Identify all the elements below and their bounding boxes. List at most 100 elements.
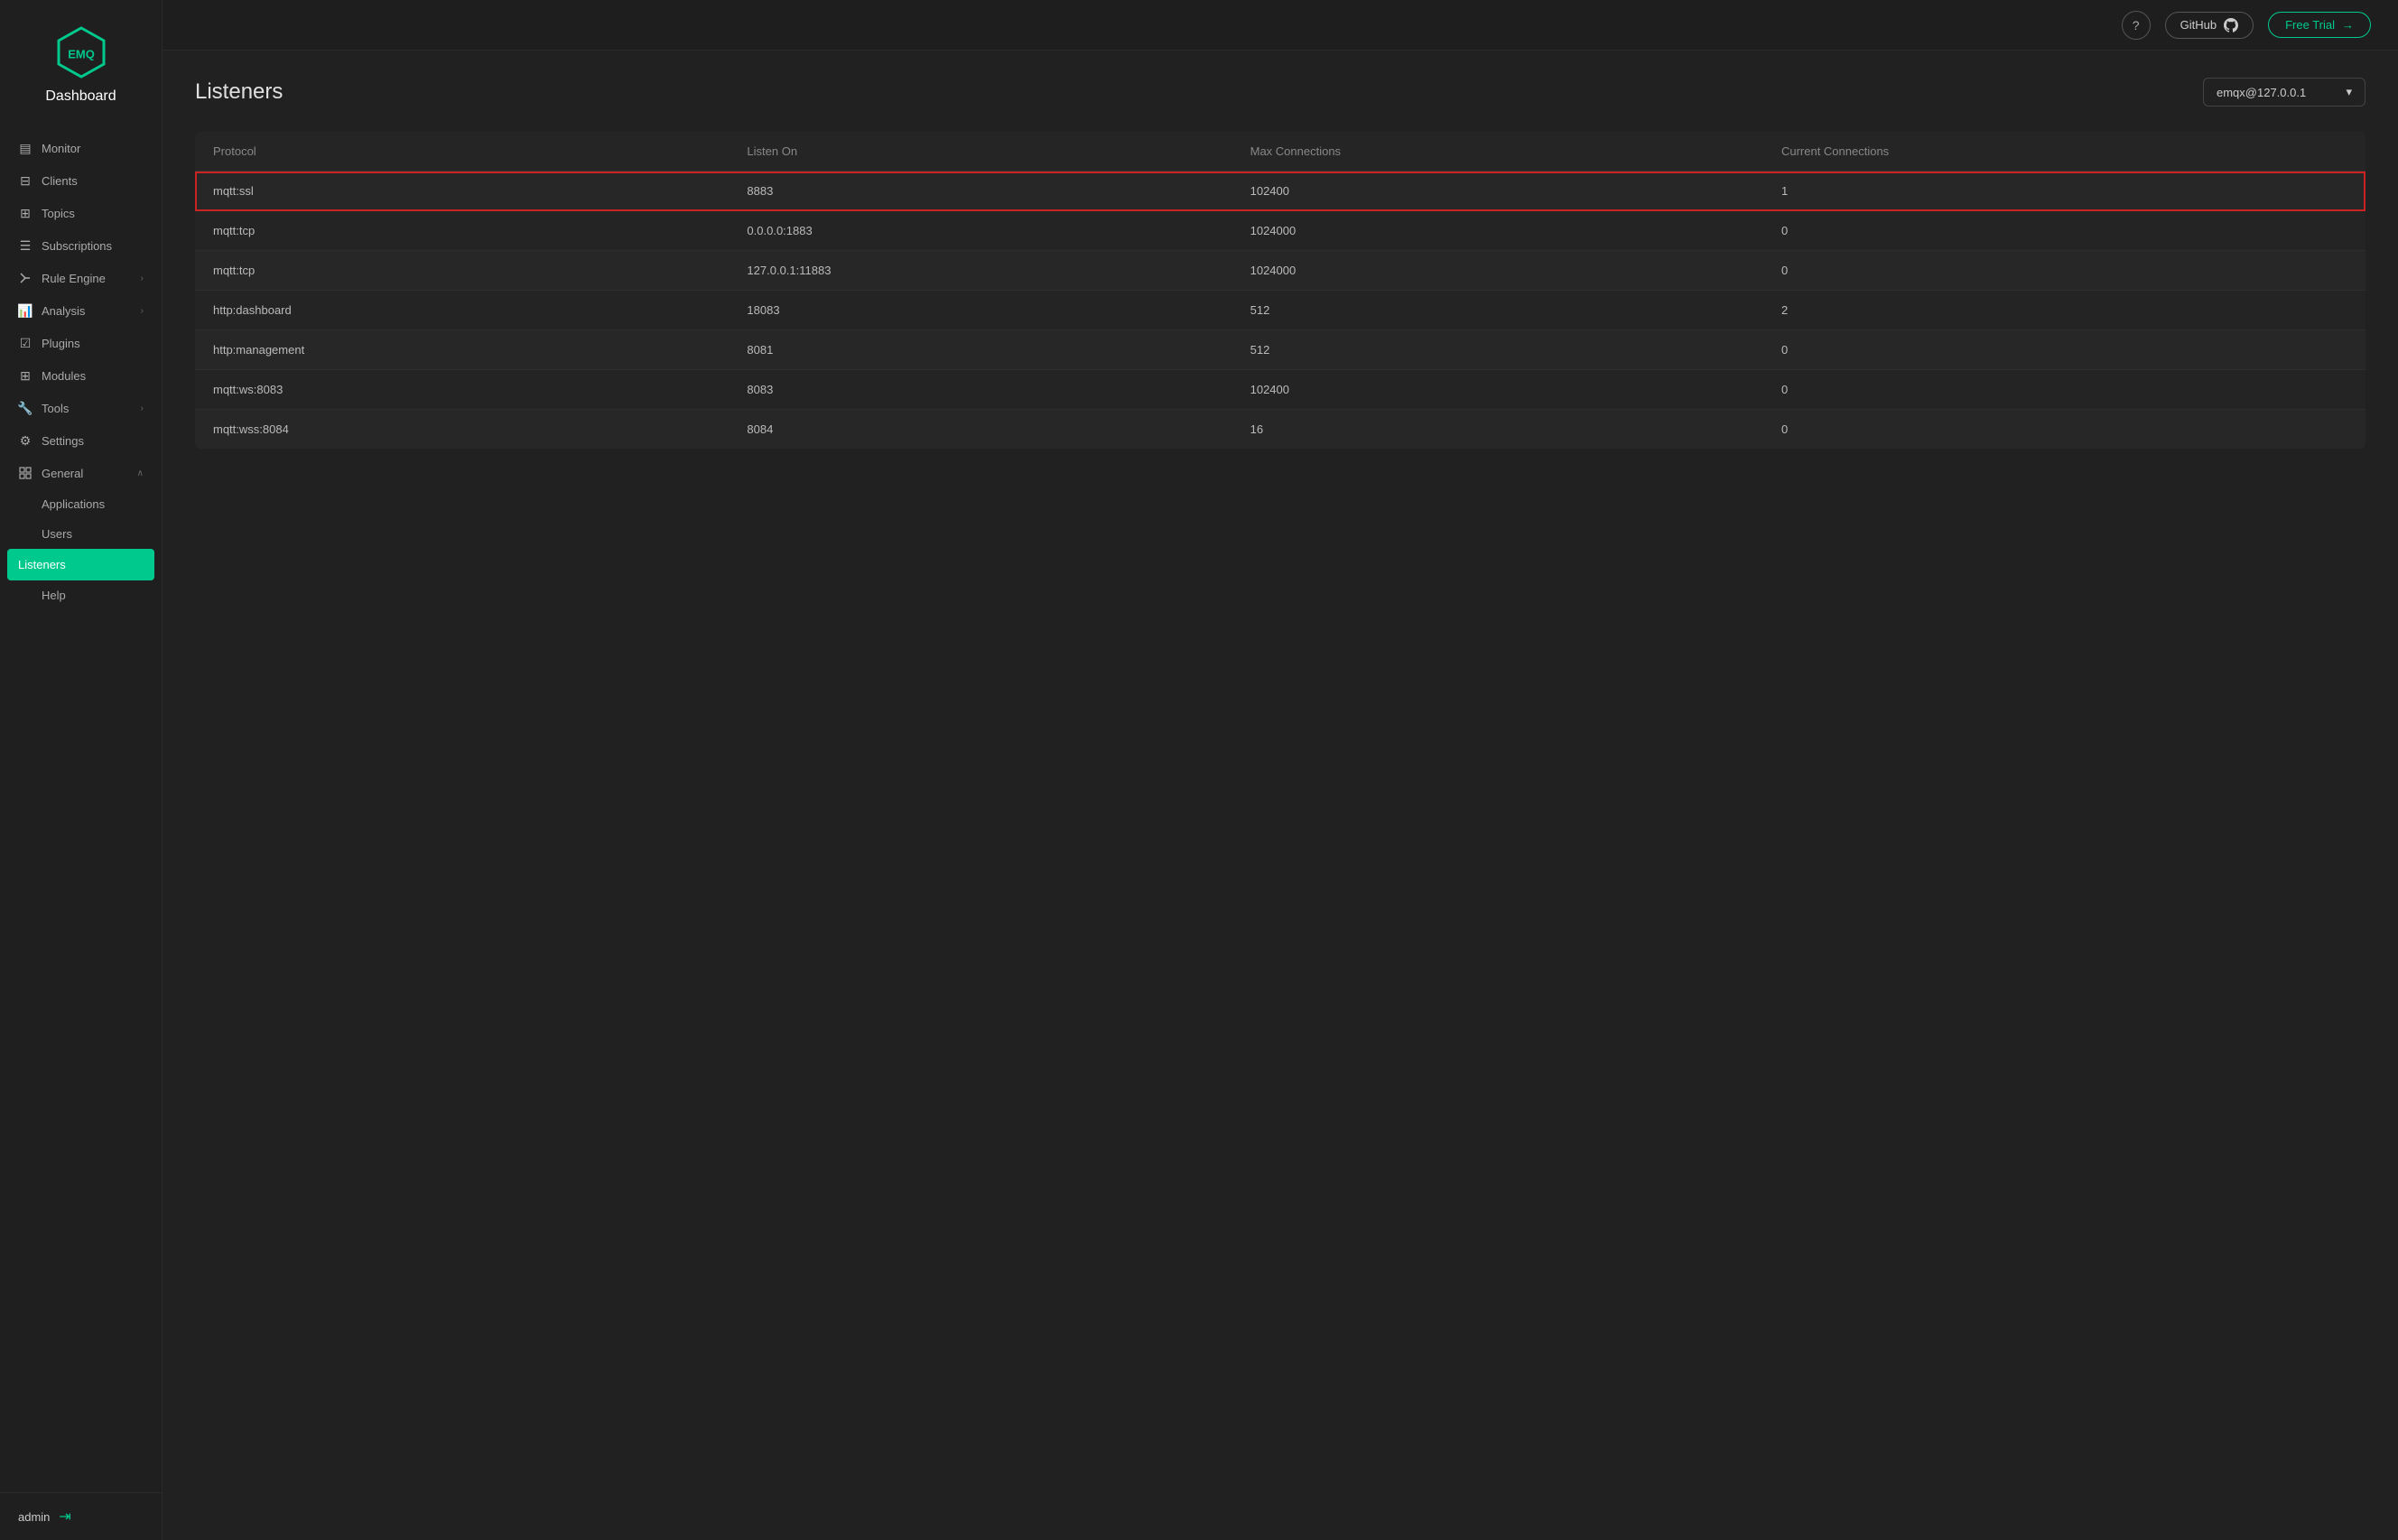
logout-button[interactable]: ⇥ <box>59 1508 70 1526</box>
free-trial-arrow-icon: → <box>2342 18 2354 32</box>
table-cell-protocol: mqtt:wss:8084 <box>195 410 729 450</box>
svg-text:EMQ: EMQ <box>68 47 95 60</box>
github-button[interactable]: GitHub <box>2165 12 2254 39</box>
sidebar-item-label: Modules <box>42 369 144 383</box>
topbar: ? GitHub Free Trial → <box>163 0 2398 51</box>
page-title: Listeners <box>195 79 283 105</box>
help-button[interactable]: ? <box>2122 11 2151 40</box>
free-trial-label: Free Trial <box>2285 18 2335 32</box>
free-trial-button[interactable]: Free Trial → <box>2268 12 2371 38</box>
sidebar: EMQ Dashboard ▤ Monitor ⊟ Clients ⊞ Topi… <box>0 0 163 1540</box>
chevron-down-icon: ∧ <box>137 468 144 478</box>
table-cell-current-connections: 2 <box>1763 291 2365 330</box>
sidebar-item-monitor[interactable]: ▤ Monitor <box>0 132 162 164</box>
sidebar-item-settings[interactable]: ⚙ Settings <box>0 424 162 457</box>
table-cell-max-connections: 16 <box>1232 410 1763 450</box>
settings-icon: ⚙ <box>18 433 33 448</box>
sidebar-subitem-applications[interactable]: Applications <box>0 489 162 519</box>
table-cell-listen-on: 8084 <box>729 410 1232 450</box>
col-max-connections: Max Connections <box>1232 132 1763 172</box>
tools-icon: 🔧 <box>18 401 33 415</box>
sidebar-item-analysis[interactable]: 📊 Analysis › <box>0 294 162 327</box>
table-cell-protocol: http:dashboard <box>195 291 729 330</box>
topics-icon: ⊞ <box>18 206 33 220</box>
table-cell-protocol: mqtt:tcp <box>195 251 729 291</box>
table-cell-protocol: mqtt:ssl <box>195 172 729 211</box>
table-row[interactable]: http:dashboard180835122 <box>195 291 2365 330</box>
page-content: Listeners emqx@127.0.0.1 ▾ Protocol List… <box>163 51 2398 1540</box>
col-current-connections: Current Connections <box>1763 132 2365 172</box>
table-cell-current-connections: 0 <box>1763 251 2365 291</box>
emq-logo: EMQ <box>54 25 108 79</box>
main-content: ? GitHub Free Trial → Listeners emqx@127… <box>163 0 2398 1540</box>
sidebar-item-general[interactable]: General ∧ <box>0 457 162 489</box>
col-listen-on: Listen On <box>729 132 1232 172</box>
sidebar-brand-label: Dashboard <box>45 88 116 105</box>
table-row[interactable]: http:management80815120 <box>195 330 2365 370</box>
table-cell-current-connections: 0 <box>1763 211 2365 251</box>
sidebar-item-tools[interactable]: 🔧 Tools › <box>0 392 162 424</box>
username-label: admin <box>18 1510 50 1524</box>
table-cell-max-connections: 102400 <box>1232 370 1763 410</box>
sidebar-item-label: Settings <box>42 434 144 448</box>
page-header: Listeners emqx@127.0.0.1 ▾ <box>195 78 2365 107</box>
table-cell-current-connections: 0 <box>1763 330 2365 370</box>
sidebar-nav: ▤ Monitor ⊟ Clients ⊞ Topics ☰ Subscript… <box>0 123 162 1492</box>
table-row[interactable]: mqtt:ws:808380831024000 <box>195 370 2365 410</box>
sidebar-subitem-users[interactable]: Users <box>0 519 162 549</box>
table-cell-listen-on: 127.0.0.1:11883 <box>729 251 1232 291</box>
modules-icon: ⊞ <box>18 368 33 383</box>
table-cell-listen-on: 8083 <box>729 370 1232 410</box>
table-cell-protocol: mqtt:ws:8083 <box>195 370 729 410</box>
table-cell-protocol: mqtt:tcp <box>195 211 729 251</box>
listeners-table-container: Protocol Listen On Max Connections Curre… <box>195 132 2365 449</box>
table-cell-max-connections: 1024000 <box>1232 251 1763 291</box>
github-label: GitHub <box>2180 18 2217 32</box>
table-cell-max-connections: 102400 <box>1232 172 1763 211</box>
sidebar-footer: admin ⇥ <box>0 1492 162 1540</box>
table-cell-max-connections: 1024000 <box>1232 211 1763 251</box>
sidebar-subitem-listeners[interactable]: Listeners <box>7 549 154 580</box>
table-row[interactable]: mqtt:tcp0.0.0.0:188310240000 <box>195 211 2365 251</box>
sidebar-item-label: Topics <box>42 207 144 220</box>
table-row[interactable]: mqtt:tcp127.0.0.1:1188310240000 <box>195 251 2365 291</box>
sidebar-item-label: Rule Engine <box>42 272 132 285</box>
table-header: Protocol Listen On Max Connections Curre… <box>195 132 2365 172</box>
chevron-right-icon: › <box>141 306 144 316</box>
table-cell-current-connections: 1 <box>1763 172 2365 211</box>
table-cell-listen-on: 0.0.0.0:1883 <box>729 211 1232 251</box>
col-protocol: Protocol <box>195 132 729 172</box>
table-cell-max-connections: 512 <box>1232 330 1763 370</box>
sidebar-item-clients[interactable]: ⊟ Clients <box>0 164 162 197</box>
sidebar-item-subscriptions[interactable]: ☰ Subscriptions <box>0 229 162 262</box>
table-cell-listen-on: 8081 <box>729 330 1232 370</box>
sidebar-logo: EMQ Dashboard <box>0 0 162 123</box>
sidebar-item-label: Listeners <box>18 558 144 571</box>
sidebar-item-label: Plugins <box>42 337 144 350</box>
chevron-down-icon: ▾ <box>2346 85 2352 99</box>
sidebar-item-label: Tools <box>42 402 132 415</box>
chevron-right-icon: › <box>141 404 144 413</box>
sidebar-item-plugins[interactable]: ☑ Plugins <box>0 327 162 359</box>
table-cell-current-connections: 0 <box>1763 370 2365 410</box>
table-cell-listen-on: 18083 <box>729 291 1232 330</box>
sidebar-item-label: Subscriptions <box>42 239 144 253</box>
sidebar-item-rule-engine[interactable]: Rule Engine › <box>0 262 162 294</box>
listeners-table: Protocol Listen On Max Connections Curre… <box>195 132 2365 449</box>
analysis-icon: 📊 <box>18 303 33 318</box>
chevron-right-icon: › <box>141 274 144 283</box>
node-selector[interactable]: emqx@127.0.0.1 ▾ <box>2203 78 2365 107</box>
monitor-icon: ▤ <box>18 141 33 155</box>
sidebar-subitem-help[interactable]: Help <box>0 580 162 610</box>
clients-icon: ⊟ <box>18 173 33 188</box>
sidebar-item-topics[interactable]: ⊞ Topics <box>0 197 162 229</box>
table-cell-listen-on: 8883 <box>729 172 1232 211</box>
node-selector-value: emqx@127.0.0.1 <box>2217 86 2306 99</box>
table-row[interactable]: mqtt:wss:80848084160 <box>195 410 2365 450</box>
plugins-icon: ☑ <box>18 336 33 350</box>
github-icon <box>2224 18 2238 32</box>
table-cell-protocol: http:management <box>195 330 729 370</box>
sidebar-item-label: Analysis <box>42 304 132 318</box>
sidebar-item-modules[interactable]: ⊞ Modules <box>0 359 162 392</box>
table-row[interactable]: mqtt:ssl88831024001 <box>195 172 2365 211</box>
